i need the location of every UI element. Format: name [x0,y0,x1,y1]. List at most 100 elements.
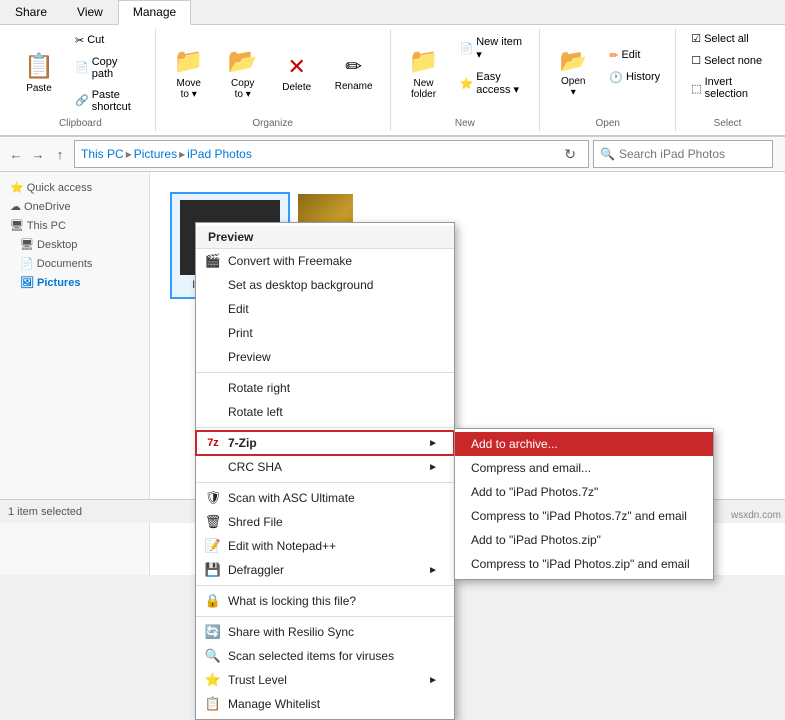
ctx-resilio-icon: 🔄 [204,623,222,641]
ctx-whitelist[interactable]: 📋 Manage Whitelist [196,692,454,716]
ctx-7zip-arrow: ► [428,438,438,449]
ctx-rotate-right-label: Rotate right [228,381,290,395]
select-buttons: ☑ Select all ☐ Select none ⬚ Invert sele… [684,29,771,131]
sub-add-zip-label: Add to "iPad Photos.zip" [471,533,601,547]
up-button[interactable]: ↑ [50,144,70,164]
invert-selection-button[interactable]: ⬚ Invert selection [684,73,771,103]
new-buttons: 📁 Newfolder 📄 New item ▾ ⭐ Easy access ▾ [399,29,532,131]
sub-compress-7z-email[interactable]: Compress to "iPad Photos.7z" and email [455,504,713,528]
context-menu-section-header: Preview [196,226,454,249]
ctx-desktop-icon [204,276,222,294]
paste-button[interactable]: 📋 Paste [14,47,64,99]
ctx-sep-2 [196,427,454,428]
ribbon-tab-bar: Share View Manage [0,0,785,25]
ctx-scan-asc-label: Scan with ASC Ultimate [228,491,355,505]
easy-access-label: Easy access ▾ [476,71,524,96]
ctx-print[interactable]: Print [196,321,454,345]
cut-icon: ✂ [75,34,84,47]
sub-add-archive[interactable]: Add to archive... [455,432,713,456]
search-icon: 🔍 [600,147,615,161]
breadcrumb-pictures[interactable]: Pictures [134,147,177,161]
ctx-7zip-container: 7z 7-Zip ► Add to archive... Compress an… [196,431,454,455]
delete-icon: ✕ [288,54,306,80]
tab-view[interactable]: View [62,0,118,24]
copy-to-label: Copyto ▾ [231,78,254,100]
copy-path-label: Copy path [92,56,140,80]
forward-button[interactable]: → [28,144,48,164]
ctx-scan-asc[interactable]: 🛡 Scan with ASC Ultimate [196,486,454,510]
breadcrumb-ipad-photos[interactable]: iPad Photos [187,147,252,161]
ctx-preview[interactable]: Preview [196,345,454,369]
ctx-sep-1 [196,372,454,373]
rename-button[interactable]: ✏ Rename [326,49,382,97]
paste-label: Paste [26,83,52,94]
rename-icon: ✏ [345,54,362,79]
ctx-sep-4 [196,585,454,586]
ctx-defraggler[interactable]: 💾 Defraggler ► [196,558,454,582]
nav-desktop[interactable]: 🖥 Desktop [0,235,149,254]
sub-add-archive-label: Add to archive... [471,437,558,451]
ctx-convert[interactable]: 🎬 Convert with Freemake [196,249,454,273]
cut-button[interactable]: ✂ Cut [68,31,147,50]
ctx-shred[interactable]: 🗑 Shred File [196,510,454,534]
ctx-trust[interactable]: ⭐ Trust Level ► [196,668,454,692]
ctx-convert-icon: 🎬 [204,252,222,270]
organize-label: Organize [252,118,293,129]
new-folder-button[interactable]: 📁 Newfolder [399,42,449,105]
ctx-rotate-left[interactable]: Rotate left [196,400,454,424]
paste-shortcut-icon: 🔗 [75,94,89,107]
sub-compress-email-label: Compress and email... [471,461,591,475]
tab-manage[interactable]: Manage [118,0,191,25]
nav-this-pc[interactable]: 🖥 This PC [0,216,149,235]
ctx-locking[interactable]: 🔒 What is locking this file? [196,589,454,613]
move-to-icon: 📁 [174,47,204,76]
sub-compress-email[interactable]: Compress and email... [455,456,713,480]
history-label: History [626,71,660,83]
new-item-button[interactable]: 📄 New item ▾ [453,33,532,64]
nav-documents[interactable]: 📄 Documents [0,254,149,273]
delete-button[interactable]: ✕ Delete [272,49,322,98]
select-none-button[interactable]: ☐ Select none [684,51,771,70]
copy-path-button[interactable]: 📄 Copy path [68,53,147,83]
search-box[interactable]: 🔍 [593,140,773,168]
sub-add-zip[interactable]: Add to "iPad Photos.zip" [455,528,713,552]
paste-shortcut-button[interactable]: 🔗 Paste shortcut [68,86,147,116]
back-button[interactable]: ← [6,144,26,164]
ctx-rotate-right[interactable]: Rotate right [196,376,454,400]
ctx-resilio[interactable]: 🔄 Share with Resilio Sync [196,620,454,644]
history-icon: 🕐 [609,71,623,84]
nav-onedrive[interactable]: ☁ OneDrive [0,197,149,216]
ctx-crc-sha[interactable]: CRC SHA ► [196,455,454,479]
address-bar[interactable]: This PC ▸ Pictures ▸ iPad Photos ↻ [74,140,589,168]
nav-quick-access[interactable]: ⭐ Quick access [0,178,149,197]
easy-access-button[interactable]: ⭐ Easy access ▾ [453,68,532,99]
ctx-edit-label: Edit [228,302,249,316]
ctx-notepad[interactable]: 📝 Edit with Notepad++ [196,534,454,558]
edit-ribbon-button[interactable]: ✏ Edit [602,46,667,65]
ctx-notepad-label: Edit with Notepad++ [228,539,336,553]
copy-to-button[interactable]: 📂 Copyto ▾ [218,42,268,105]
ctx-trust-label: Trust Level [228,673,287,687]
ctx-locking-label: What is locking this file? [228,594,356,608]
ctx-7zip[interactable]: 7z 7-Zip ► [196,431,454,455]
nav-pictures[interactable]: 🖼 Pictures [0,273,149,292]
ctx-rotate-left-label: Rotate left [228,405,283,419]
ctx-scan-virus[interactable]: 🔍 Scan selected items for viruses [196,644,454,668]
refresh-button[interactable]: ↻ [558,144,582,165]
ctx-rotate-right-icon [204,379,222,397]
ctx-desktop[interactable]: Set as desktop background [196,273,454,297]
breadcrumb-this-pc[interactable]: This PC [81,147,124,161]
ctx-edit[interactable]: Edit [196,297,454,321]
open-button[interactable]: 📂 Open ▾ [548,43,598,103]
history-button[interactable]: 🕐 History [602,68,667,87]
edit-ribbon-label: Edit [621,49,640,61]
tab-share[interactable]: Share [0,0,62,24]
sub-add-7z[interactable]: Add to "iPad Photos.7z" [455,480,713,504]
select-all-button[interactable]: ☑ Select all [684,29,771,48]
copy-path-icon: 📄 [75,61,89,74]
sub-compress-zip-email[interactable]: Compress to "iPad Photos.zip" and email [455,552,713,576]
select-all-label: Select all [704,33,749,45]
search-input[interactable] [619,147,766,161]
move-to-button[interactable]: 📁 Moveto ▾ [164,42,214,105]
ctx-sep-3 [196,482,454,483]
